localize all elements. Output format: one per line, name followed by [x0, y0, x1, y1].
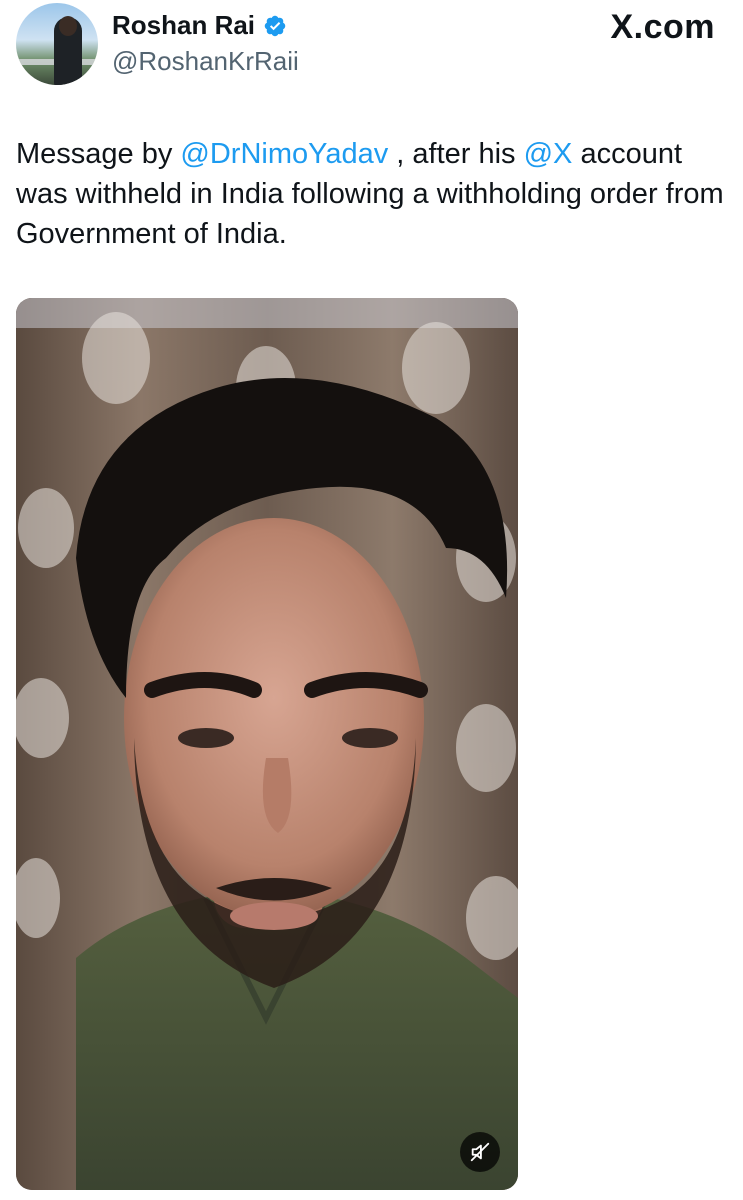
author-handle[interactable]: @RoshanKrRaii: [112, 46, 299, 77]
face: [124, 518, 424, 918]
tweet-text-middle: , after his: [388, 138, 524, 170]
video-player[interactable]: [16, 298, 518, 1190]
mention-link-x[interactable]: @X: [524, 138, 573, 170]
tweet-text: Message by @DrNimoYadav , after his @X a…: [16, 134, 731, 254]
right-eye: [342, 728, 398, 748]
verified-badge-icon: [264, 15, 286, 36]
mute-toggle-button[interactable]: [460, 1132, 500, 1172]
author-display-name[interactable]: Roshan Rai: [112, 10, 255, 41]
avatar-person-head: [59, 16, 77, 36]
x-com-logo: X.com: [610, 8, 715, 47]
video-frame: [16, 298, 518, 1190]
brand-label: X.com: [610, 8, 715, 46]
author-avatar[interactable]: [16, 3, 98, 85]
author-name-row: Roshan Rai: [112, 10, 287, 41]
left-eye: [178, 728, 234, 748]
mention-link-drnimoyadav[interactable]: @DrNimoYadav: [180, 138, 388, 170]
lips: [230, 902, 318, 930]
tweet-text-prefix: Message by: [16, 138, 181, 170]
speaker-muted-icon: [470, 1142, 490, 1162]
